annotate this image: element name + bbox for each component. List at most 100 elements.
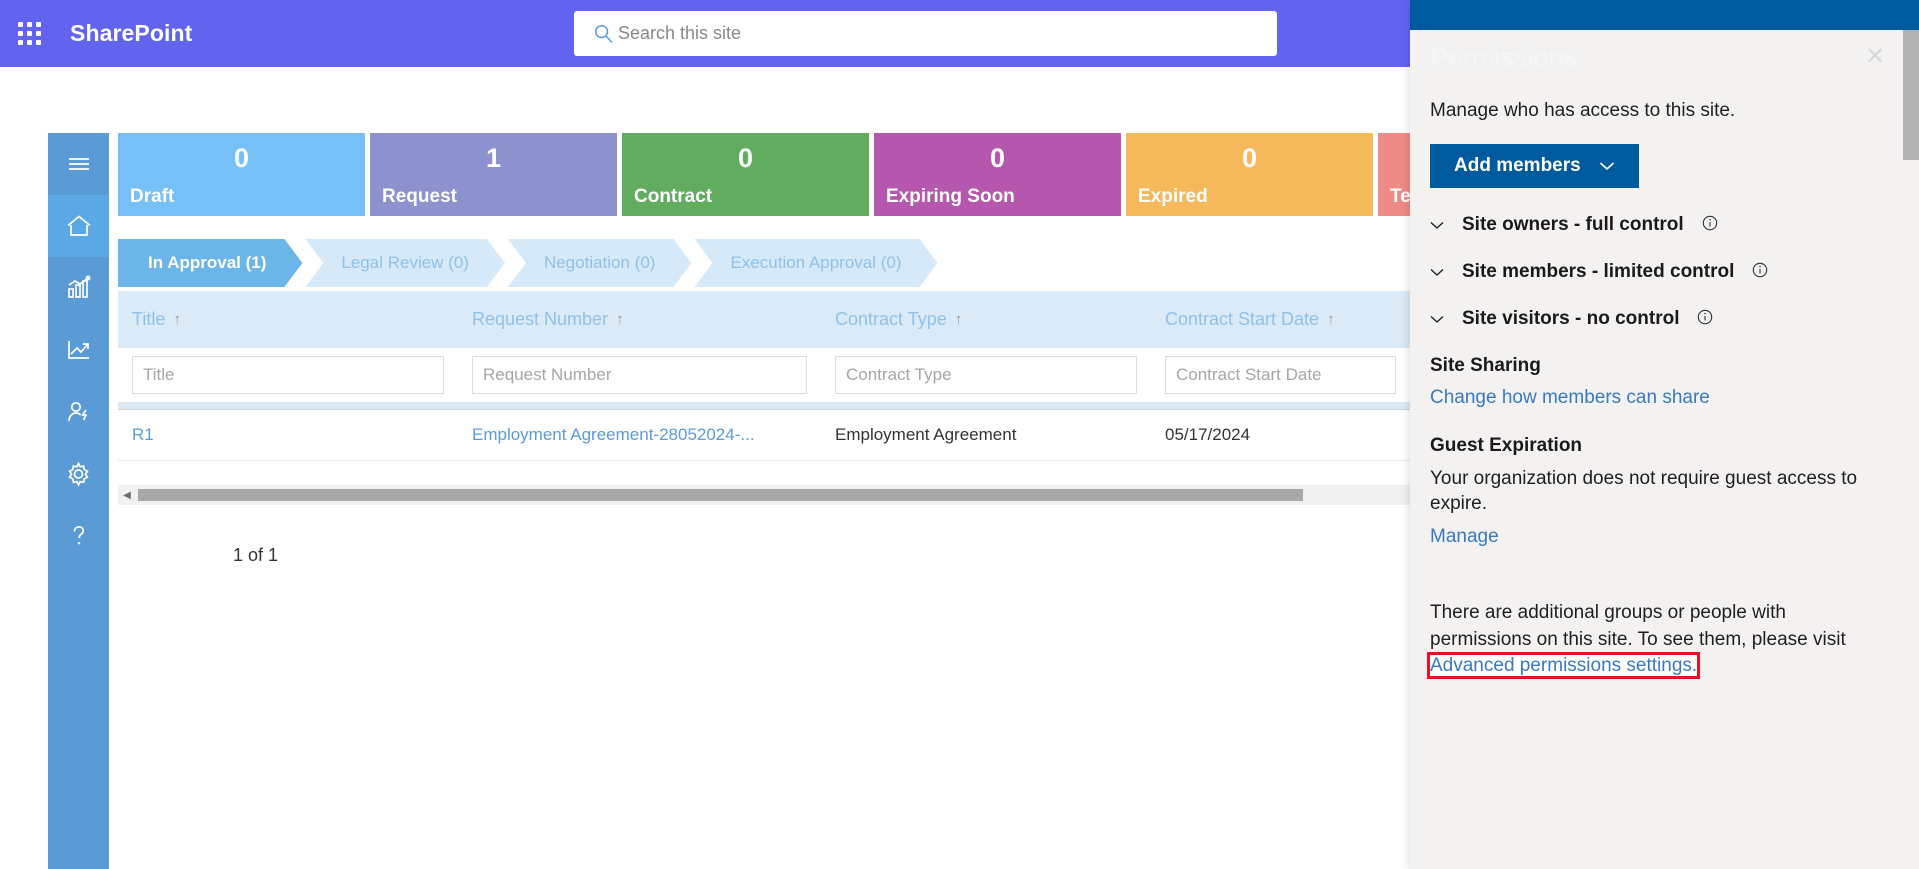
status-tile-label: Draft — [130, 186, 175, 207]
hamburger-menu-icon — [66, 154, 92, 174]
column-header[interactable]: Contract Type ↑ — [821, 309, 1151, 330]
change-sharing-link[interactable]: Change how members can share — [1430, 387, 1885, 409]
column-header-label: Contract Start Date — [1165, 309, 1320, 330]
status-tile[interactable]: 1 Request — [370, 133, 617, 216]
status-tile-label: Contract — [634, 186, 713, 207]
paging-indicator: 1 of 1 — [233, 545, 279, 565]
stage-label: In Approval (1) — [148, 253, 267, 272]
cell-contract-type: Employment Agreement — [835, 425, 1017, 444]
home-icon — [65, 213, 93, 239]
info-icon[interactable] — [1702, 215, 1718, 236]
cell-request-number[interactable]: Employment Agreement-28052024-... — [458, 425, 821, 445]
horizontal-scrollbar[interactable]: ◀ — [118, 485, 1410, 505]
stage-chevron[interactable]: In Approval (1) — [118, 239, 302, 287]
stage-chevron[interactable]: Negotiation (0) — [508, 239, 692, 287]
permission-group-label: Site owners - full control — [1462, 214, 1684, 235]
cell-contract-start-date: 05/17/2024 — [1165, 425, 1251, 444]
table-header-row: Title ↑ Request Number ↑ Contract Type ↑ Contr… — [118, 291, 1410, 348]
site-sharing-heading: Site Sharing — [1430, 355, 1541, 376]
panel-scrollbar[interactable] — [1903, 30, 1919, 160]
permission-group-row[interactable]: Site visitors - no control — [1430, 308, 1885, 330]
chevron-down-icon[interactable] — [1430, 264, 1444, 281]
scroll-left-arrow[interactable]: ◀ — [118, 485, 136, 505]
panel-title: Permissions — [1430, 42, 1578, 72]
info-icon[interactable] — [1697, 309, 1713, 330]
chevron-down-icon[interactable] — [1430, 311, 1444, 328]
main-content: 0 Draft 1 Request 0 Contract 0 Expiring Soon 0 Ex… — [109, 0, 1410, 869]
panel-accent-bar — [1410, 0, 1919, 30]
permission-group-row[interactable]: Site members - limited control — [1430, 261, 1885, 283]
search-input[interactable] — [618, 23, 1263, 44]
sort-arrow-icon[interactable]: ↑ — [616, 311, 624, 328]
status-tile[interactable]: 0 Expiring Soon — [874, 133, 1121, 216]
sort-arrow-icon[interactable]: ↑ — [173, 311, 181, 328]
filter-cell — [821, 356, 1151, 394]
panel-body: Manage who has access to this site. Add … — [1426, 100, 1885, 679]
advanced-permissions-settings-link[interactable]: Advanced permissions settings. — [1426, 651, 1701, 679]
panel-subtitle: Manage who has access to this site. — [1430, 100, 1736, 121]
status-tile-count: 0 — [233, 143, 250, 173]
status-tile[interactable]: 0 Contract — [622, 133, 869, 216]
filter-input[interactable] — [835, 356, 1137, 394]
filter-input[interactable] — [132, 356, 444, 394]
table-body: R1 Employment Agreement-28052024-... Emplo… — [118, 409, 1410, 461]
filter-cell — [1151, 356, 1410, 394]
permissions-panel: Permissions ✕ Manage who has access to t… — [1410, 0, 1919, 869]
guest-expiration-text: Your organization does not require guest… — [1430, 468, 1858, 514]
column-header-label: Request Number — [472, 309, 609, 330]
stage-chevrons: In Approval (1) Legal Review (0) Negotiati… — [118, 239, 941, 287]
filter-divider — [118, 402, 1410, 409]
column-header[interactable]: Request Number ↑ — [458, 309, 821, 330]
chevron-down-icon — [1599, 155, 1615, 177]
status-tile-count: 0 — [989, 143, 1006, 173]
sidebar-item-reports[interactable] — [48, 257, 109, 319]
suite-header: SharePoint — [0, 0, 1410, 67]
close-icon[interactable]: ✕ — [1861, 42, 1889, 70]
add-members-button[interactable]: Add members — [1430, 144, 1639, 188]
guest-expiration-heading: Guest Expiration — [1430, 435, 1583, 456]
column-header[interactable]: Contract Start Date ↑ — [1151, 309, 1410, 330]
status-tile[interactable]: Term — [1378, 133, 1410, 216]
menu-toggle-button[interactable] — [48, 133, 109, 195]
column-header[interactable]: Title ↑ — [118, 309, 458, 330]
manage-guest-expiration-link[interactable]: Manage — [1430, 526, 1885, 548]
sidebar-item-settings[interactable] — [48, 443, 109, 505]
sidebar-item-help[interactable] — [48, 505, 109, 567]
app-launcher-icon — [17, 22, 41, 45]
filter-input[interactable] — [1165, 356, 1396, 394]
status-tile-label: Expired — [1138, 186, 1208, 207]
filter-cell — [118, 356, 458, 394]
sort-arrow-icon[interactable]: ↑ — [1327, 311, 1335, 328]
scroll-thumb[interactable] — [138, 489, 1303, 501]
info-icon[interactable] — [1752, 262, 1768, 283]
stage-chevron[interactable]: Execution Approval (0) — [694, 239, 937, 287]
left-nav-rail — [48, 133, 109, 869]
add-members-label: Add members — [1454, 155, 1581, 176]
sort-arrow-icon[interactable]: ↑ — [955, 311, 963, 328]
sharepoint-brand[interactable]: SharePoint — [70, 20, 192, 47]
sidebar-item-home[interactable] — [48, 195, 109, 257]
status-tile-count: 0 — [1241, 143, 1258, 173]
app-launcher-button[interactable] — [0, 0, 58, 67]
status-tile[interactable]: 0 Draft — [118, 133, 365, 216]
search-box[interactable] — [574, 11, 1277, 56]
user-power-icon — [65, 399, 93, 425]
trend-line-icon — [65, 337, 93, 363]
filter-cell — [458, 356, 821, 394]
sidebar-item-analytics[interactable] — [48, 319, 109, 381]
footnote-text: There are additional groups or people wi… — [1430, 602, 1846, 650]
sidebar-item-user-admin[interactable] — [48, 381, 109, 443]
stage-chevron[interactable]: Legal Review (0) — [305, 239, 505, 287]
question-mark-icon — [67, 523, 91, 549]
table-row[interactable]: R1 Employment Agreement-28052024-... Emplo… — [118, 409, 1410, 461]
stage-label: Negotiation (0) — [543, 253, 656, 272]
advanced-permissions-note: There are additional groups or people wi… — [1426, 600, 1885, 679]
search-icon — [588, 23, 618, 44]
chevron-down-icon[interactable] — [1430, 217, 1444, 234]
column-header-label: Contract Type — [835, 309, 947, 330]
filter-input[interactable] — [472, 356, 807, 394]
permission-group-row[interactable]: Site owners - full control — [1430, 214, 1885, 236]
cell-title[interactable]: R1 — [118, 425, 458, 445]
status-tile[interactable]: 0 Expired — [1126, 133, 1373, 216]
bar-chart-icon — [65, 275, 93, 301]
